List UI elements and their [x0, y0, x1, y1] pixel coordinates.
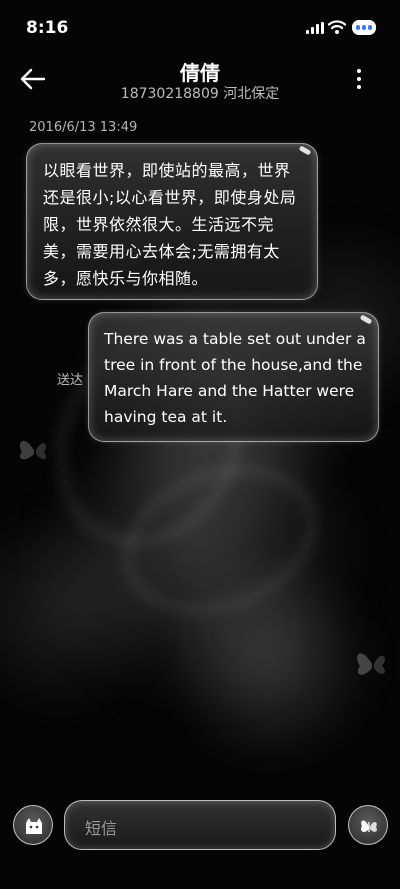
- more-options-icon[interactable]: [352, 66, 366, 92]
- outgoing-message-text: There was a table set out under a tree i…: [104, 330, 366, 426]
- incoming-message-text: 以眼看世界，即使站的最高，世界还是很小;以心看世界，即使身处局限，世界依然很大。…: [43, 161, 297, 288]
- outgoing-message-bubble[interactable]: There was a table set out under a tree i…: [88, 312, 379, 442]
- signal-icon: [306, 22, 324, 34]
- butterfly-decoration-icon: [14, 428, 54, 478]
- sms-input[interactable]: 短信: [64, 800, 336, 850]
- contact-name: 倩倩: [180, 61, 220, 85]
- cat-icon[interactable]: [13, 805, 53, 845]
- status-time: 8:16: [26, 18, 69, 38]
- sms-input-placeholder: 短信: [85, 819, 118, 838]
- delivery-status: 送达: [57, 373, 84, 388]
- bubble-gloss: [298, 145, 312, 156]
- incoming-message-bubble[interactable]: 以眼看世界，即使站的最高，世界还是很小;以心看世界，即使身处局限，世界依然很大。…: [26, 143, 318, 300]
- contact-number-location: 18730218809 河北保定: [120, 86, 280, 102]
- butterfly-send-icon[interactable]: [348, 805, 388, 845]
- butterfly-decoration-icon: [350, 640, 394, 694]
- bubble-gloss: [359, 314, 373, 325]
- status-bar: 8:16: [0, 0, 400, 56]
- wifi-icon: [327, 19, 347, 35]
- message-timestamp: 2016/6/13 13:49: [29, 120, 138, 135]
- battery-icon: [352, 20, 376, 35]
